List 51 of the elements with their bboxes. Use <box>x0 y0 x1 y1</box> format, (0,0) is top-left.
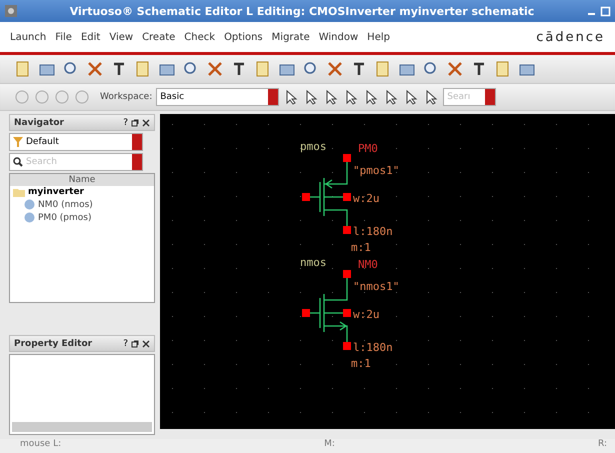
maximize-icon[interactable] <box>600 6 611 16</box>
transistor-symbol[interactable] <box>302 154 351 234</box>
instance-icon <box>24 212 35 223</box>
cell-name: nmos <box>300 256 326 269</box>
status-text: R: <box>598 439 607 451</box>
float-icon[interactable] <box>131 118 139 126</box>
multiplier-parameter: m:1 <box>351 357 371 370</box>
scrollbar[interactable] <box>12 422 152 432</box>
panel-title: Navigator <box>14 118 64 128</box>
menu-item[interactable]: Options <box>224 32 263 42</box>
instance-name: NM0 <box>358 258 378 271</box>
tree-item[interactable]: NM0 (nmos) <box>10 198 154 211</box>
close-icon[interactable] <box>142 340 150 348</box>
menu-item[interactable]: Check <box>184 32 216 42</box>
panel-title: Property Editor <box>14 338 92 348</box>
instance-icon <box>24 199 35 210</box>
model-name: "nmos1" <box>353 280 400 293</box>
workspace-dropdown[interactable]: Basic <box>156 88 280 106</box>
column-header[interactable]: Name <box>10 174 154 186</box>
menu-item[interactable]: Window <box>318 32 358 42</box>
model-name: "pmos1" <box>353 164 400 177</box>
float-icon[interactable] <box>131 340 139 348</box>
width-parameter: w:2u <box>353 308 380 321</box>
menu-item[interactable]: File <box>55 32 72 42</box>
logo: cādence <box>536 30 605 44</box>
filter-dropdown[interactable]: Default <box>9 133 143 151</box>
status-text: M: <box>324 439 335 451</box>
width-parameter: w:2u <box>353 192 380 205</box>
length-parameter: l:180n <box>353 225 393 238</box>
tree-item[interactable]: PM0 (pmos) <box>10 211 154 224</box>
length-parameter: l:180n <box>353 341 393 354</box>
search-icon <box>13 157 23 167</box>
menu-item[interactable]: View <box>109 32 134 42</box>
menu-item[interactable]: Migrate <box>272 32 310 42</box>
instance-name: PM0 <box>358 142 378 155</box>
multiplier-parameter: m:1 <box>351 241 371 254</box>
help-button[interactable]: ? <box>123 338 128 348</box>
cell-name: pmos <box>300 140 326 153</box>
menu-item[interactable]: Edit <box>80 32 100 42</box>
transistor-symbol[interactable] <box>302 270 351 350</box>
app-icon <box>4 4 18 18</box>
window-title: Virtuoso® Schematic Editor L Editing: CMOSInverter myinverter schematic <box>68 4 536 18</box>
filter-icon <box>13 137 23 147</box>
menu-item[interactable]: Launch <box>10 32 46 42</box>
help-button[interactable]: ? <box>123 118 128 128</box>
menu-item[interactable]: Create <box>142 32 176 42</box>
workspace-label: Workspace: <box>100 92 152 102</box>
status-text: mouse L: <box>20 439 62 451</box>
close-icon[interactable] <box>142 118 150 126</box>
tree-item[interactable]: myinverter <box>10 186 154 198</box>
menu-item[interactable]: Help <box>367 32 390 42</box>
